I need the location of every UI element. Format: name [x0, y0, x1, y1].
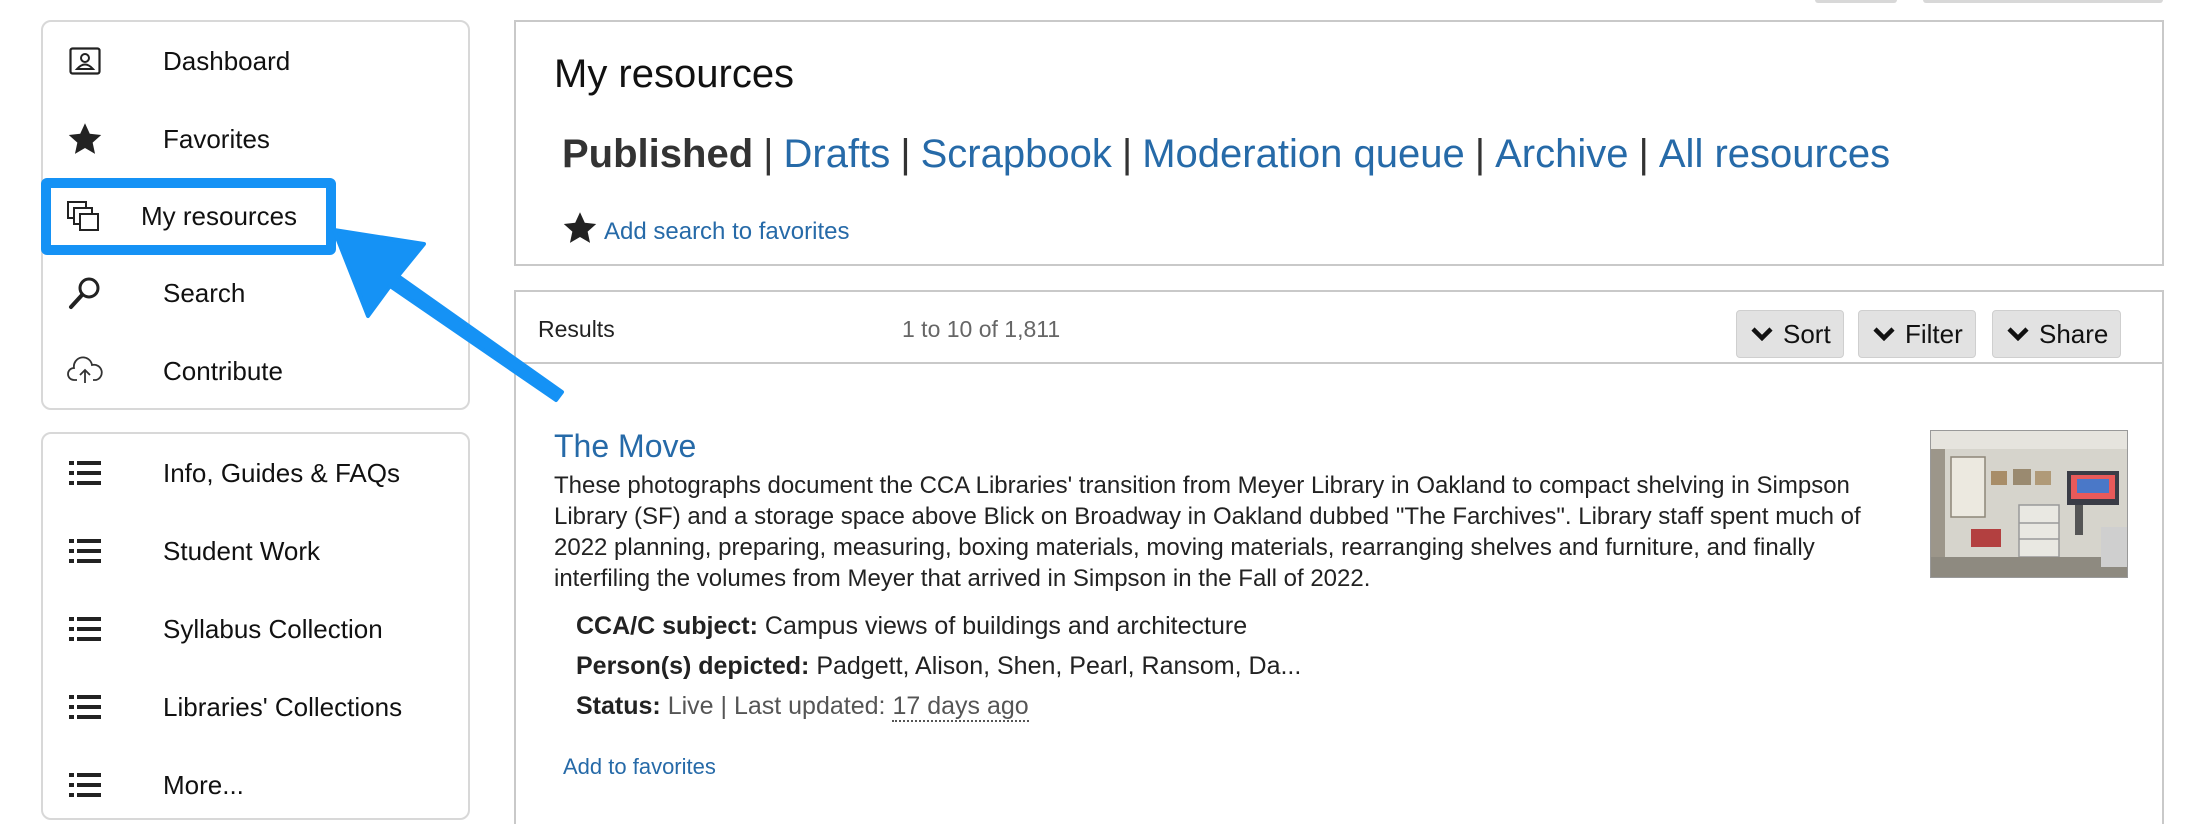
last-updated-value: 17 days ago: [892, 692, 1029, 722]
subject-value: Campus views of buildings and architectu…: [764, 612, 1248, 640]
add-search-to-favorites-link[interactable]: Add search to favorites: [562, 210, 849, 253]
chevron-down-icon: [1873, 327, 1895, 341]
sidebar-item-label: Favorites: [163, 123, 270, 154]
sidebar-item-info-guides[interactable]: Info, Guides & FAQs: [63, 442, 448, 504]
search-icon: [65, 273, 105, 313]
share-button-label: Share: [2039, 318, 2109, 349]
top-edge-fragment: [1923, 0, 2163, 3]
cloud-upload-icon: [65, 351, 105, 391]
my-resources-icon: [63, 197, 103, 237]
resource-status: Status: Live | Last updated: 17 days ago: [576, 692, 1029, 722]
sidebar-item-label: Info, Guides & FAQs: [163, 457, 400, 488]
filter-button[interactable]: Filter: [1858, 310, 1976, 358]
resource-persons: Person(s) depicted: Padgett, Alison, She…: [576, 652, 1301, 681]
sidebar-item-my-resources[interactable]: My resources: [41, 178, 336, 255]
add-to-favorites-link[interactable]: Add to favorites: [563, 754, 716, 780]
annotation-arrow: [332, 228, 564, 402]
filter-separator: |: [763, 132, 774, 176]
filter-button-label: Filter: [1905, 318, 1963, 349]
sidebar-item-label: More...: [163, 769, 244, 800]
resource-subject: CCA/C subject: Campus views of buildings…: [576, 612, 1247, 641]
results-toolbar: Results 1 to 10 of 1,811 Sort Filter Sha…: [516, 292, 2162, 364]
sort-button[interactable]: Sort: [1736, 310, 1844, 358]
sidebar-item-label: Contribute: [163, 355, 283, 386]
persons-value: Padgett, Alison, Shen, Pearl, Ransom, Da…: [816, 652, 1302, 680]
filter-separator: |: [1474, 132, 1486, 176]
persons-label: Person(s) depicted:: [576, 652, 810, 680]
chevron-down-icon: [2007, 327, 2029, 341]
share-button[interactable]: Share: [1992, 310, 2122, 358]
sidebar-item-favorites[interactable]: Favorites: [63, 108, 448, 170]
sidebar-item-label: Search: [163, 277, 246, 308]
sidebar-item-libraries-collections[interactable]: Libraries' Collections: [63, 676, 448, 738]
sidebar-item-label: Syllabus Collection: [163, 613, 383, 644]
filter-separator: |: [1121, 132, 1133, 176]
sidebar-item-label: Student Work: [163, 535, 321, 566]
resource-title-link[interactable]: The Move: [554, 428, 696, 465]
sidebar-item-student-work[interactable]: Student Work: [63, 520, 448, 582]
filter-link-drafts[interactable]: Drafts: [784, 132, 891, 176]
dashboard-icon: [65, 41, 105, 81]
list-icon: [65, 609, 105, 649]
results-panel: Results 1 to 10 of 1,811 Sort Filter Sha…: [514, 290, 2164, 824]
star-icon: [65, 119, 105, 159]
sidebar-item-label: My resources: [141, 201, 298, 231]
list-icon: [65, 453, 105, 493]
sidebar-item-label: Libraries' Collections: [163, 691, 403, 722]
my-resources-header: My resources Published | Drafts | Scrapbook |…: [514, 20, 2164, 266]
sidebar-item-label: Dashboard: [163, 45, 291, 76]
status-filter-bar: Published | Drafts | Scrapbook | Moderation qu…: [562, 132, 1890, 177]
sidebar-item-syllabus-collection[interactable]: Syllabus Collection: [63, 598, 448, 660]
filter-link-archive[interactable]: Archive: [1495, 132, 1628, 176]
list-icon: [65, 531, 105, 571]
add-search-to-favorites-label: Add search to favorites: [604, 217, 850, 245]
chevron-down-icon: [1751, 327, 1773, 341]
subject-label: CCA/C subject:: [576, 612, 758, 640]
sort-button-label: Sort: [1783, 318, 1831, 349]
last-updated-label: | Last updated:: [720, 692, 886, 720]
top-edge-fragment: [1815, 0, 1897, 3]
status-label: Status:: [576, 692, 661, 720]
filter-link-scrapbook[interactable]: Scrapbook: [921, 132, 1112, 176]
filter-separator: |: [1638, 132, 1649, 176]
results-count: 1 to 10 of 1,811: [902, 316, 1061, 342]
list-icon: [65, 687, 105, 727]
filter-separator: |: [900, 132, 911, 176]
status-value: Live: [667, 692, 714, 720]
filter-link-all-resources[interactable]: All resources: [1659, 132, 1890, 176]
filter-link-moderation-queue[interactable]: Moderation queue: [1142, 132, 1464, 176]
resource-description: These photographs document the CCA Libra…: [554, 472, 1861, 592]
sidebar-collections-nav: Info, Guides & FAQs Student Work Syllabu…: [41, 432, 470, 820]
sidebar-item-dashboard[interactable]: Dashboard: [63, 30, 448, 92]
page-title: My resources: [554, 52, 795, 96]
sidebar-item-more[interactable]: More...: [63, 754, 448, 816]
filter-published-current: Published: [562, 132, 754, 176]
list-icon: [65, 765, 105, 805]
resource-thumbnail[interactable]: [1930, 430, 2128, 578]
